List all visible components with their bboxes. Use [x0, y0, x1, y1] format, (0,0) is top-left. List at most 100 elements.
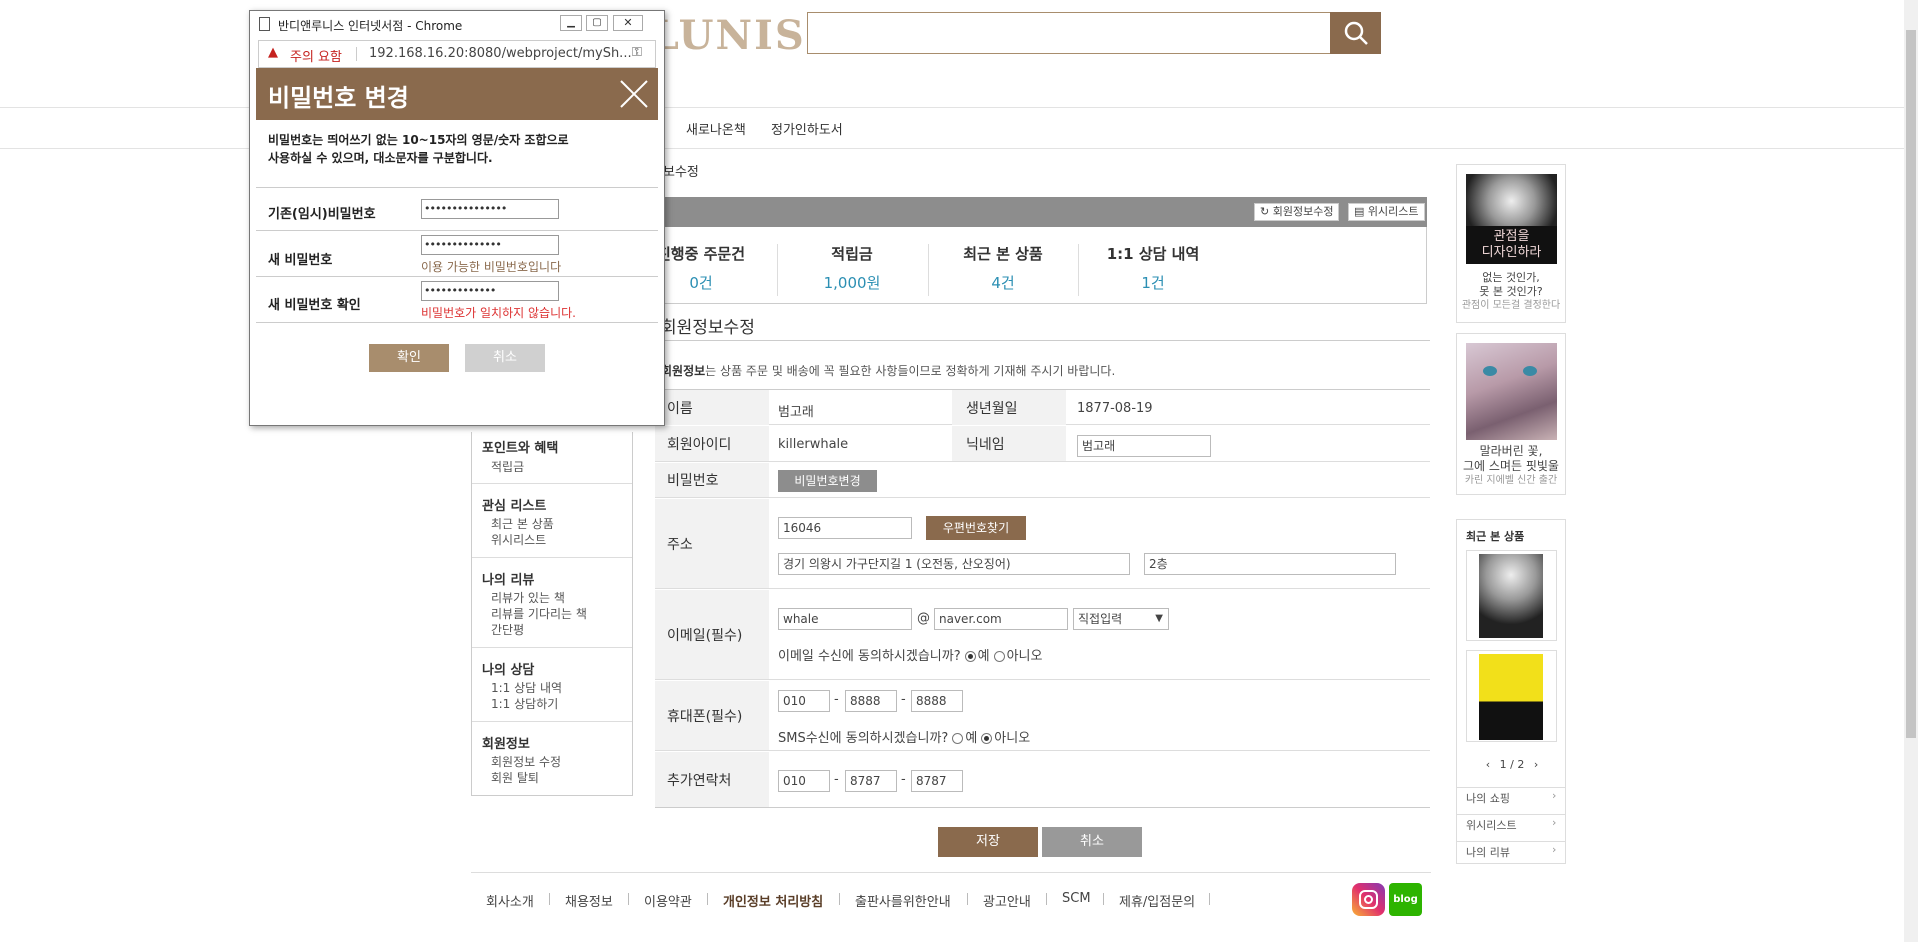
form-row-address	[655, 498, 1430, 589]
quick-link-reviews[interactable]: 나의 리뷰	[1466, 844, 1510, 860]
phone-3-input[interactable]: 8888	[911, 690, 963, 712]
form-row-phone	[655, 680, 1430, 751]
scrollbar-thumb[interactable]	[1906, 30, 1916, 738]
save-button[interactable]: 저장	[938, 827, 1038, 857]
popup-titlebar[interactable]: 반디앤루니스 인터넷서점 - Chrome ▁ ▢ ✕	[251, 12, 663, 38]
key-icon[interactable]: ⚿	[632, 45, 642, 60]
popup-address-bar[interactable]: ▲ 주의 요함 192.168.16.20:8080/webproject/my…	[258, 40, 656, 68]
page-icon	[259, 17, 270, 31]
extra-2-input[interactable]: 8787	[845, 770, 897, 792]
security-warning[interactable]: 주의 요함	[290, 46, 342, 65]
email-domain-select[interactable]: 직접입력 ▼	[1073, 608, 1169, 630]
birth-value: 1877-08-19	[1077, 401, 1153, 416]
nav-discount-books[interactable]: 정가인하도서	[771, 119, 843, 138]
footer-link-ads[interactable]: 광고안내	[983, 891, 1031, 910]
extra-label: 추가연락처	[655, 752, 769, 807]
summary-title: 1:1 상담 내역	[1106, 245, 1200, 263]
footer-link-publishers[interactable]: 출판사를위한안내	[855, 891, 951, 910]
close-icon[interactable]	[619, 79, 649, 109]
search-button[interactable]	[1330, 12, 1381, 54]
email-domain-input[interactable]: naver.com	[934, 608, 1068, 630]
email-select-value: 직접입력	[1078, 612, 1123, 626]
sidebar-group-interest: 관심 리스트	[482, 499, 547, 514]
sidebar-item-qna-write[interactable]: 1:1 상담하기	[491, 696, 558, 712]
summary-recent[interactable]: 최근 본 상품 4건	[928, 243, 1078, 293]
phone-2-input[interactable]: 8888	[845, 690, 897, 712]
search-input[interactable]: ⌄	[807, 12, 1356, 54]
footer-link-scm[interactable]: SCM	[1062, 891, 1091, 906]
nickname-input[interactable]: 범고래	[1077, 435, 1211, 457]
current-password-label: 기존(임시)비밀번호	[268, 207, 376, 222]
current-password-input[interactable]: •••••••••••••••	[421, 199, 559, 219]
email-id-input[interactable]: whale	[778, 608, 912, 630]
summary-value: 4건	[991, 274, 1015, 292]
sidebar-item-edit-info[interactable]: 회원정보 수정	[491, 754, 561, 770]
find-zipcode-button[interactable]: 우편번호찾기	[926, 516, 1026, 540]
email-agree-no-radio[interactable]	[993, 651, 1005, 662]
search-icon	[1344, 21, 1368, 45]
form-row-extra	[655, 751, 1430, 808]
confirm-password-label: 새 비밀번호 확인	[268, 298, 361, 313]
form-row-password	[655, 462, 1430, 498]
name-value: 범고래	[778, 405, 814, 420]
cancel-button[interactable]: 취소	[1042, 827, 1142, 857]
email-agree-question: 이메일 수신에 동의하시겠습니까?	[778, 649, 961, 664]
sidebar-item-recent[interactable]: 최근 본 상품	[491, 516, 554, 532]
next-arrow-icon[interactable]: ›	[1534, 758, 1538, 771]
minimize-icon[interactable]: ▁	[560, 15, 582, 31]
sidebar-item-short-review[interactable]: 간단평	[491, 622, 524, 638]
dash: -	[901, 692, 906, 707]
sidebar-group-member: 회원정보	[482, 737, 530, 752]
nav-new-books[interactable]: 새로나온책	[686, 119, 746, 138]
footer-link-privacy[interactable]: 개인정보 처리방침	[723, 891, 823, 910]
extra-1-input[interactable]: 010	[778, 770, 830, 792]
new-password-label: 새 비밀번호	[268, 253, 333, 268]
edit-info-button[interactable]: ↻ 회원정보수정	[1254, 203, 1340, 221]
sidebar-item-points[interactable]: 적립금	[491, 459, 524, 475]
sms-agree-yes-radio[interactable]	[952, 733, 964, 744]
sidebar-group-reviews: 나의 리뷰	[482, 573, 535, 588]
zipcode-input[interactable]: 16046	[778, 517, 912, 539]
confirm-button[interactable]: 확인	[369, 344, 449, 372]
new-password-input[interactable]: ••••••••••••••	[421, 235, 559, 255]
window-close-icon[interactable]: ✕	[613, 15, 643, 31]
quick-link-shopping[interactable]: 나의 쇼핑	[1466, 790, 1510, 806]
banner2-line2: 그에 스며든 핏빛울	[1463, 459, 1559, 473]
footer-link-partnership[interactable]: 제휴/입점문의	[1119, 891, 1195, 910]
footer-link-terms[interactable]: 이용약관	[644, 891, 692, 910]
footer-link-careers[interactable]: 채용정보	[565, 891, 613, 910]
sidebar-item-to-review[interactable]: 리뷰를 기다리는 책	[491, 606, 587, 622]
ad-banner-1[interactable]: 관점을 디자인하라 없는 것인가, 못 본 것인가? 관점이 모든걸 결정한다	[1456, 164, 1566, 323]
section-title: 회원정보수정	[661, 318, 755, 338]
sidebar-item-withdraw[interactable]: 회원 탈퇴	[491, 770, 539, 786]
phone-1-input[interactable]: 010	[778, 690, 830, 712]
instagram-icon[interactable]	[1352, 883, 1385, 916]
confirm-password-input[interactable]: •••••••••••••	[421, 281, 559, 301]
book-cover-title: 관점을 디자인하라	[1466, 226, 1557, 264]
summary-points[interactable]: 적립금 1,000원	[777, 243, 927, 293]
sidebar-item-wishlist[interactable]: 위시리스트	[491, 532, 546, 548]
email-agree: 이메일 수신에 동의하시겠습니까? 예 아니오	[778, 645, 1042, 664]
change-password-button[interactable]: 비밀번호변경	[778, 470, 877, 492]
quick-link-wishlist[interactable]: 위시리스트	[1466, 817, 1517, 833]
extra-3-input[interactable]: 8787	[911, 770, 963, 792]
recent-book-1[interactable]	[1466, 550, 1557, 641]
recent-book-2[interactable]	[1466, 650, 1557, 742]
popup-cancel-button[interactable]: 취소	[465, 344, 545, 372]
address1-input[interactable]: 경기 의왕시 가구단지길 1 (오전동, 산오징어)	[778, 553, 1130, 575]
popup-description: 비밀번호는 띄어쓰기 없는 10~15자의 영문/숫자 조합으로 사용하실 수 …	[268, 131, 569, 167]
summary-qna[interactable]: 1:1 상담 내역 1건	[1078, 243, 1228, 293]
banner1-line3: 관점이 모든걸 결정한다	[1461, 300, 1561, 311]
blog-icon[interactable]: blog	[1389, 883, 1422, 916]
prev-arrow-icon[interactable]: ‹	[1486, 758, 1490, 771]
wishlist-button[interactable]: ▤ 위시리스트	[1348, 203, 1425, 221]
sidebar-item-qna-list[interactable]: 1:1 상담 내역	[491, 680, 562, 696]
address2-input[interactable]: 2층	[1144, 553, 1396, 575]
maximize-icon[interactable]: ▢	[586, 15, 608, 31]
email-agree-yes-radio[interactable]	[964, 651, 976, 662]
sms-agree-no-radio[interactable]	[981, 733, 993, 744]
id-value: killerwhale	[778, 437, 849, 452]
ad-banner-2[interactable]: 말라버린 꽃, 그에 스며든 핏빛울 카린 지에벨 신간 출간	[1456, 333, 1566, 495]
sidebar-item-reviewed[interactable]: 리뷰가 있는 책	[491, 590, 565, 606]
footer-link-company[interactable]: 회사소개	[486, 891, 534, 910]
